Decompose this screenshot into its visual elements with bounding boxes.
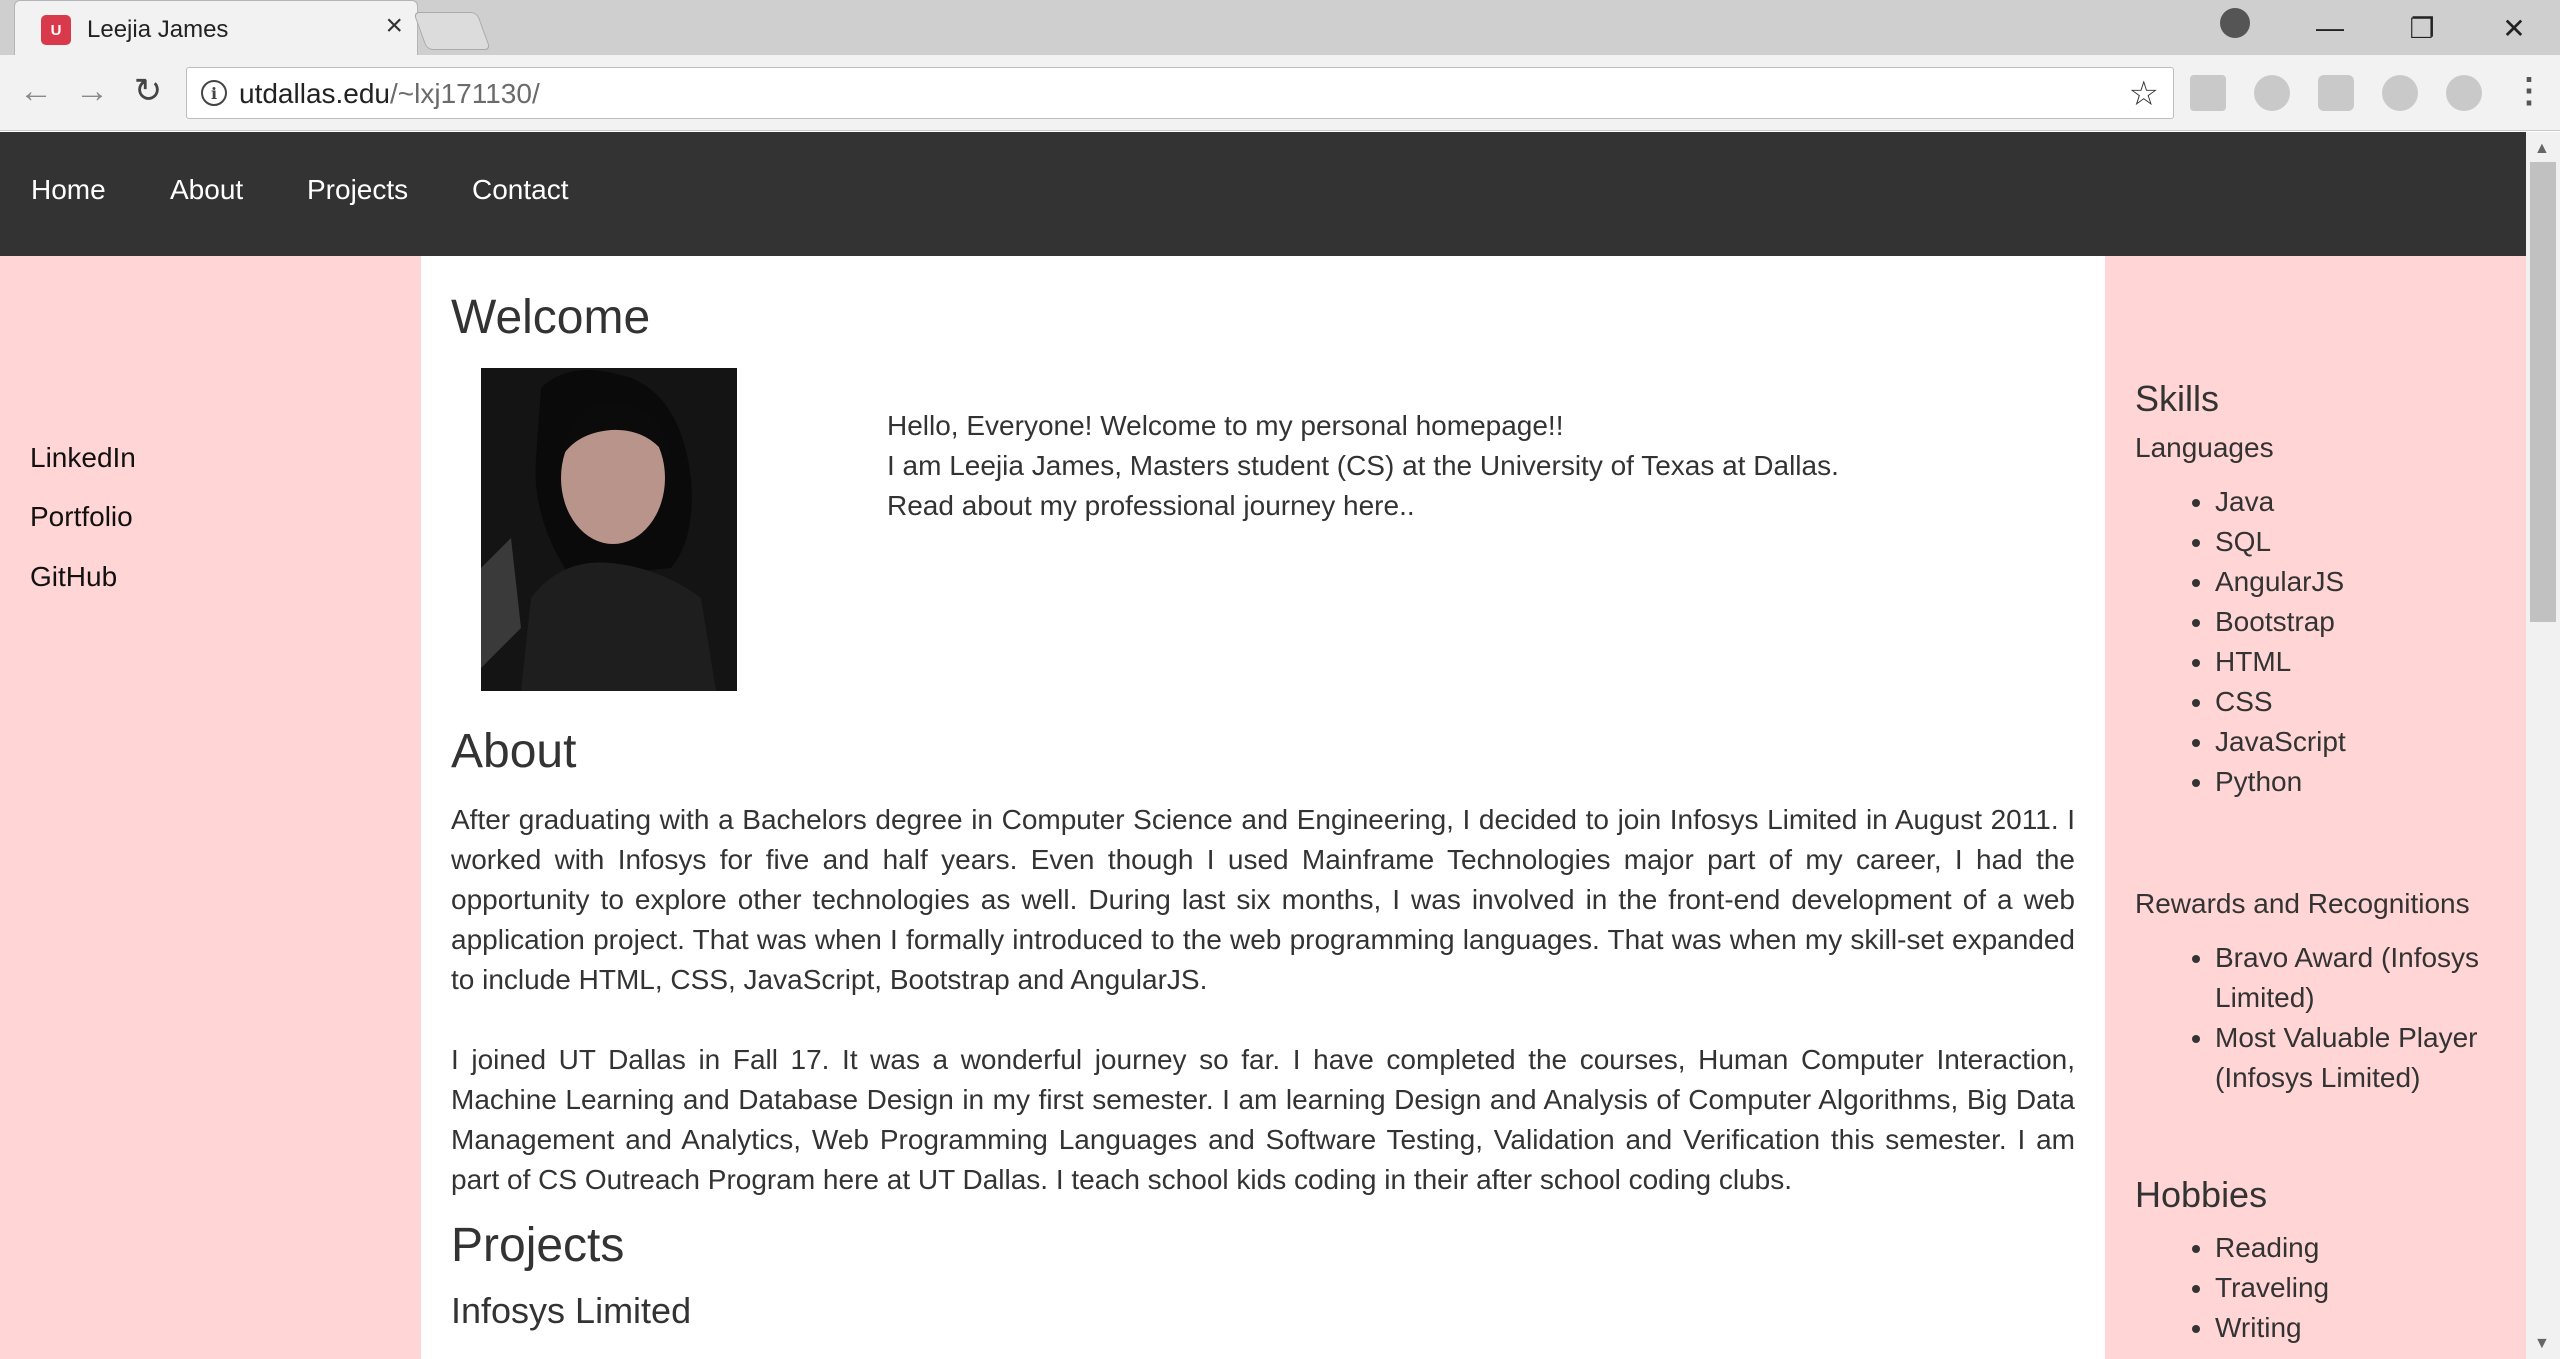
profile-photo-image — [481, 368, 737, 691]
linkedin-link[interactable]: LinkedIn — [30, 442, 136, 474]
site-info-icon[interactable]: i — [201, 80, 227, 106]
skills-heading: Skills — [2135, 378, 2220, 419]
nav-home-link[interactable]: Home — [31, 174, 106, 206]
profile-photo — [481, 368, 737, 691]
scrollbar-thumb[interactable] — [2530, 162, 2556, 622]
list-item: SQL — [2215, 522, 2505, 562]
rewards-label: Rewards and Recognitions — [2135, 888, 2470, 919]
close-tab-icon[interactable]: × — [385, 11, 403, 41]
web-page: Home About Projects Contact LinkedIn Por… — [0, 132, 2526, 1359]
languages-list: Java SQL AngularJS Bootstrap HTML CSS Ja… — [2145, 482, 2505, 802]
github-link[interactable]: GitHub — [30, 561, 117, 593]
browser-toolbar: ← → ↻ i utdallas.edu/~lxj171130/ ☆ ⋮ — [0, 55, 2560, 131]
list-item: AngularJS — [2215, 562, 2505, 602]
welcome-line: Read about my professional journey here.… — [887, 490, 1415, 521]
browser-menu-icon[interactable]: ⋮ — [2512, 71, 2546, 111]
left-sidebar: LinkedIn Portfolio GitHub — [0, 256, 421, 1359]
top-navigation: Home About Projects Contact — [0, 132, 2526, 256]
new-tab-button[interactable] — [413, 12, 491, 50]
site-favicon-icon: U — [41, 15, 71, 45]
welcome-text: Hello, Everyone! Welcome to my personal … — [887, 406, 1839, 526]
scroll-up-icon[interactable]: ▲ — [2534, 140, 2550, 158]
minimize-button[interactable]: — — [2300, 8, 2360, 48]
address-bar[interactable]: i utdallas.edu/~lxj171130/ ☆ — [186, 67, 2174, 119]
projects-subheading: Infosys Limited — [451, 1290, 692, 1331]
about-heading: About — [451, 725, 577, 778]
welcome-line: Hello, Everyone! Welcome to my personal … — [887, 410, 1564, 441]
list-item: HTML — [2215, 642, 2505, 682]
url-host: utdallas.edu — [239, 78, 391, 109]
list-item: Reading — [2215, 1228, 2505, 1268]
list-item: Traveling — [2215, 1268, 2505, 1308]
forward-button[interactable]: → — [70, 69, 114, 113]
url-path: /~lxj171130/ — [390, 78, 540, 109]
tab-title: Leejia James — [87, 16, 229, 43]
reload-button[interactable]: ↻ — [126, 69, 170, 113]
page-scrollbar[interactable]: ▲ ▼ — [2526, 132, 2560, 1359]
languages-label: Languages — [2135, 432, 2274, 463]
scroll-down-icon[interactable]: ▼ — [2534, 1335, 2550, 1353]
welcome-line: I am Leejia James, Masters student (CS) … — [887, 450, 1839, 481]
rewards-list: Bravo Award (Infosys Limited) Most Valua… — [2145, 938, 2505, 1098]
restore-button[interactable]: ❐ — [2392, 8, 2452, 48]
bookmark-star-icon[interactable]: ☆ — [2129, 74, 2159, 114]
profile-icon[interactable] — [2220, 8, 2250, 38]
portfolio-link[interactable]: Portfolio — [30, 501, 133, 533]
cube-extension-icon[interactable] — [2318, 75, 2354, 111]
list-item: JavaScript — [2215, 722, 2505, 762]
browser-tab[interactable]: U Leejia James × — [14, 0, 418, 57]
list-item: Bravo Award (Infosys Limited) — [2215, 938, 2505, 1018]
list-item: Most Valuable Player (Infosys Limited) — [2215, 1018, 2505, 1098]
about-paragraph: After graduating with a Bachelors degree… — [451, 804, 2075, 995]
close-window-button[interactable]: ✕ — [2484, 8, 2544, 48]
extension-icon[interactable] — [2446, 75, 2482, 111]
projects-heading: Projects — [451, 1219, 625, 1272]
hobbies-list: Reading Traveling Writing — [2145, 1228, 2505, 1348]
welcome-heading: Welcome — [451, 291, 651, 344]
extension-icon[interactable] — [2382, 75, 2418, 111]
list-item: Writing — [2215, 1308, 2505, 1348]
list-item: Python — [2215, 762, 2505, 802]
right-sidebar: Skills Languages Java SQL AngularJS Boot… — [2105, 256, 2526, 1359]
list-item: Java — [2215, 482, 2505, 522]
nav-about-link[interactable]: About — [170, 174, 243, 206]
nav-projects-link[interactable]: Projects — [307, 174, 408, 206]
pdf-extension-icon[interactable] — [2190, 75, 2226, 111]
tab-strip: U Leejia James × — ❐ ✕ — [0, 0, 2560, 57]
list-item: CSS — [2215, 682, 2505, 722]
hobbies-heading: Hobbies — [2135, 1174, 2268, 1215]
nav-contact-link[interactable]: Contact — [472, 174, 569, 206]
list-item: Bootstrap — [2215, 602, 2505, 642]
about-paragraph: I joined UT Dallas in Fall 17. It was a … — [451, 1044, 2075, 1195]
url-text: utdallas.edu/~lxj171130/ — [239, 78, 540, 110]
back-button[interactable]: ← — [14, 69, 58, 113]
main-content: Welcome Hello, Everyone! Welcome to my p… — [421, 256, 2105, 1359]
extension-icon[interactable] — [2254, 75, 2290, 111]
